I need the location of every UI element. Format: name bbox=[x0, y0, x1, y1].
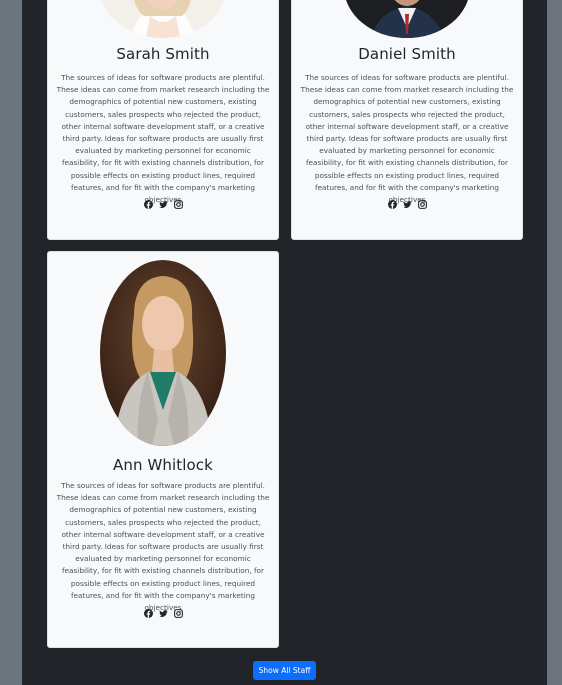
staff-photo bbox=[344, 0, 470, 38]
instagram-icon[interactable] bbox=[173, 200, 183, 209]
facebook-icon[interactable] bbox=[143, 609, 153, 618]
staff-name: Sarah Smith bbox=[116, 45, 210, 63]
social-links bbox=[48, 200, 278, 209]
staff-bio: The sources of ideas for software produc… bbox=[56, 73, 270, 205]
twitter-icon[interactable] bbox=[158, 200, 168, 209]
social-links bbox=[292, 200, 522, 209]
staff-card: Ann Whitlock The sources of ideas for so… bbox=[47, 251, 279, 648]
facebook-icon[interactable] bbox=[143, 200, 153, 209]
twitter-icon[interactable] bbox=[158, 609, 168, 618]
staff-name: Daniel Smith bbox=[358, 45, 456, 63]
twitter-icon[interactable] bbox=[402, 200, 412, 209]
staff-name: Ann Whitlock bbox=[113, 456, 213, 474]
instagram-icon[interactable] bbox=[417, 200, 427, 209]
show-all-staff-button[interactable]: Show All Staff bbox=[253, 661, 316, 680]
social-links bbox=[48, 609, 278, 618]
staff-card: Daniel Smith The sources of ideas for so… bbox=[291, 0, 523, 240]
staff-card: Sarah Smith The sources of ideas for sof… bbox=[47, 0, 279, 240]
facebook-icon[interactable] bbox=[387, 200, 397, 209]
staff-bio: The sources of ideas for software produc… bbox=[56, 481, 270, 613]
instagram-icon[interactable] bbox=[173, 609, 183, 618]
staff-bio: The sources of ideas for software produc… bbox=[300, 73, 514, 205]
staff-photo bbox=[100, 260, 226, 446]
staff-photo bbox=[100, 0, 226, 38]
